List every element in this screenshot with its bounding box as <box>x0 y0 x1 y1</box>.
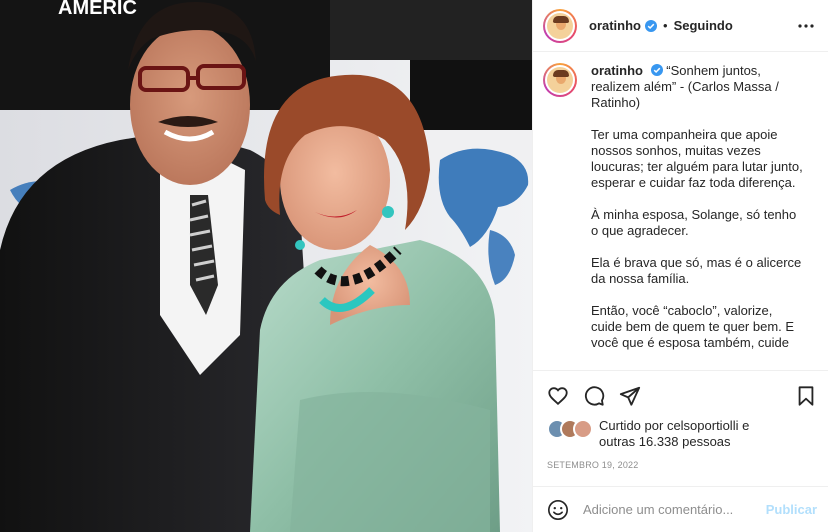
post-date[interactable]: SETEMBRO 19, 2022 <box>547 460 638 470</box>
likes-prefix: Curtido por <box>599 418 664 433</box>
banner-text: AMERIC <box>58 0 137 19</box>
heart-icon[interactable] <box>547 385 569 407</box>
post-photo[interactable]: AMERIC <box>0 0 532 532</box>
liker-avatar <box>573 419 593 439</box>
share-icon[interactable] <box>619 385 641 407</box>
caption-paragraph: Ter uma companheira que apoie nossos son… <box>591 127 803 190</box>
verified-badge-icon <box>645 19 657 32</box>
bookmark-icon[interactable] <box>795 385 817 407</box>
caption-paragraph: Ela é brava que só, mas é o alicerce da … <box>591 255 802 286</box>
author-username[interactable]: oratinho <box>589 18 641 33</box>
couple-photo: AMERIC <box>0 0 532 532</box>
caption-paragraph: Então, você “caboclo”, valorize, cuide b… <box>591 303 795 350</box>
caption-username[interactable]: oratinho <box>591 63 643 78</box>
caption-paragraph: À minha esposa, Solange, só tenho o que … <box>591 207 797 238</box>
post-side-panel: oratinho • Seguindo oratinho “Sonhem jun… <box>532 0 828 532</box>
likes-conjunction: e <box>742 418 750 433</box>
post-header: oratinho • Seguindo <box>533 0 828 52</box>
instagram-post: AMERIC oratinho • Seguindo oratinho “Son… <box>0 0 828 532</box>
more-horizontal-icon[interactable] <box>797 18 815 34</box>
caption-text: oratinho “Sonhem juntos, realizem além” … <box>591 63 807 370</box>
verified-badge-icon <box>650 64 663 76</box>
likes-summary: Curtido por celsoportiolli e outras 16.3… <box>547 418 817 458</box>
comment-input[interactable] <box>583 502 763 517</box>
post-caption: oratinho “Sonhem juntos, realizem além” … <box>533 52 828 370</box>
publish-button[interactable]: Publicar <box>766 502 817 517</box>
post-actions <box>533 370 828 419</box>
caption-paragraph: oratinho “Sonhem juntos, realizem além” … <box>591 63 807 111</box>
emoji-icon[interactable] <box>547 499 569 521</box>
liker-avatars[interactable] <box>547 419 597 441</box>
likes-others[interactable]: outras 16.338 pessoas <box>599 434 731 449</box>
comment-bar: Publicar <box>533 486 828 532</box>
likes-user[interactable]: celsoportiolli <box>667 418 739 433</box>
header-separator: • <box>663 18 668 33</box>
author-avatar[interactable] <box>543 8 577 43</box>
following-button[interactable]: Seguindo <box>674 18 733 33</box>
caption-avatar[interactable] <box>543 63 577 97</box>
likes-text: Curtido por celsoportiolli e outras 16.3… <box>599 418 749 458</box>
comment-icon[interactable] <box>583 385 605 407</box>
